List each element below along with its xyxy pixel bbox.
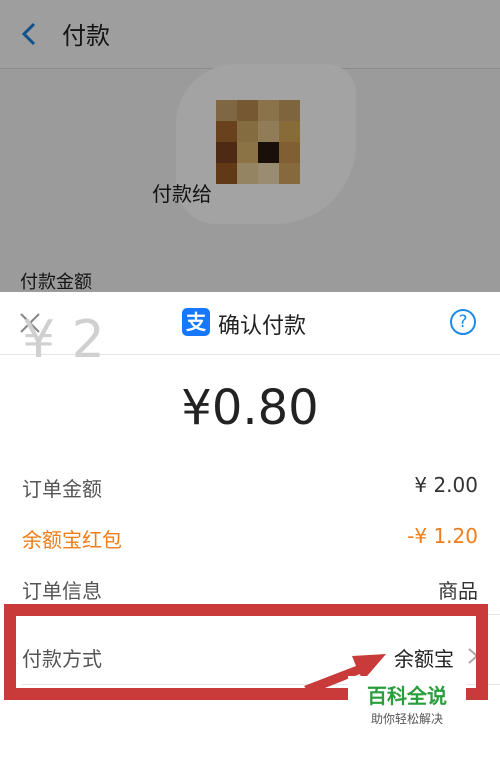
ghost-amount: ¥ 2 xyxy=(22,310,105,370)
order-info-value: 商品 xyxy=(438,579,478,603)
red-packet-row: 余额宝红包 -¥ 1.20 xyxy=(0,511,500,561)
order-info-label: 订单信息 xyxy=(22,579,102,603)
red-packet-value: -¥ 1.20 xyxy=(407,524,478,548)
watermark-subtitle: 助你轻松解决 xyxy=(370,712,443,726)
order-amount-value: ¥ 2.00 xyxy=(414,473,478,497)
sheet-title: 确认付款 xyxy=(218,314,307,339)
payment-amount: ¥0.80 xyxy=(181,380,319,436)
watermark-title: 百科全说 xyxy=(367,684,447,708)
order-amount-row: 订单金额 ¥ 2.00 xyxy=(0,460,500,510)
alipay-logo-icon: 支 xyxy=(182,308,210,336)
help-icon[interactable]: ? xyxy=(450,309,476,335)
red-packet-label: 余额宝红包 xyxy=(22,528,122,552)
watermark: 百科全说 助你轻松解决 xyxy=(348,676,466,734)
order-amount-label: 订单金额 xyxy=(22,477,102,501)
